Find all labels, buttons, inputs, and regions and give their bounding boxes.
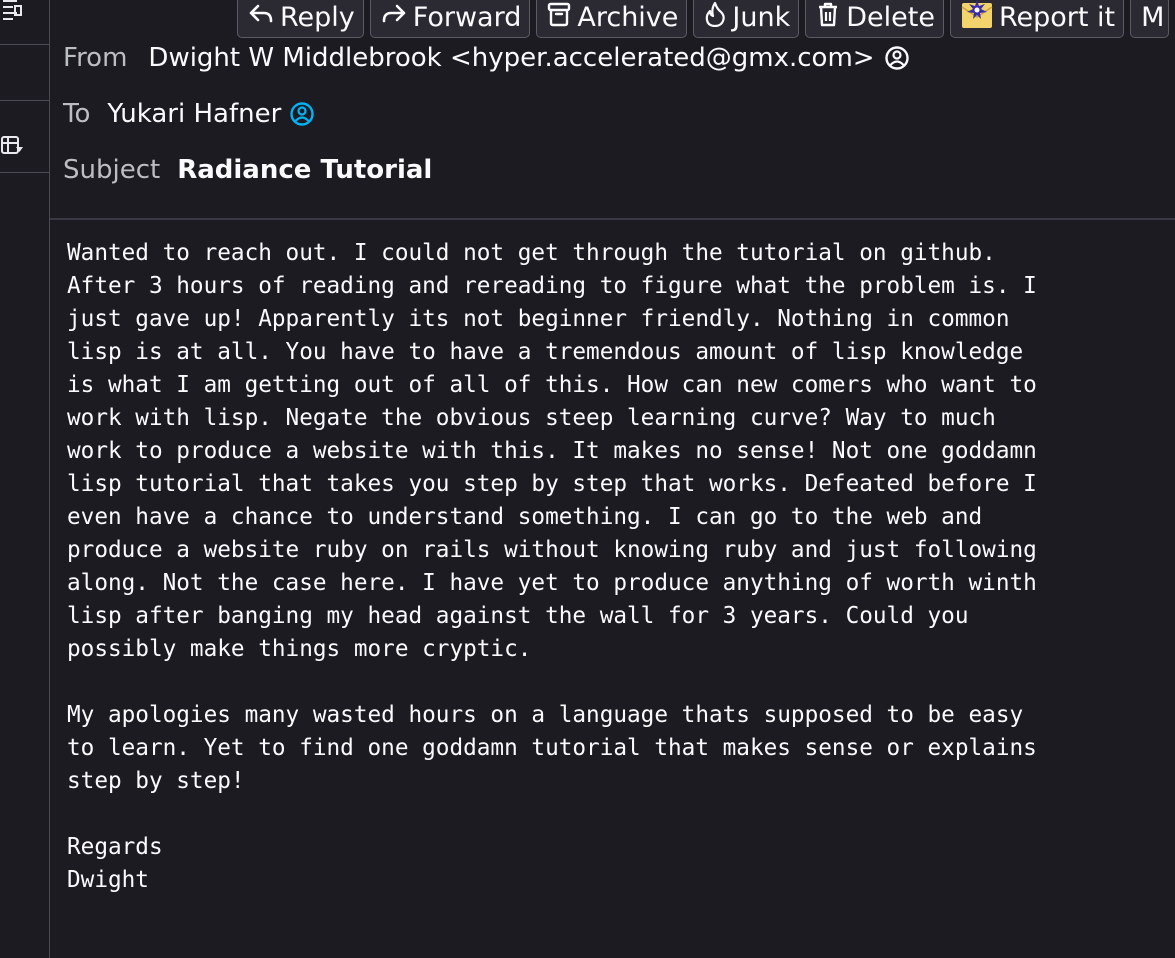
junk-label: Junk — [732, 1, 791, 33]
forward-icon — [381, 2, 407, 33]
junk-button[interactable]: Junk — [693, 0, 800, 38]
archive-icon — [547, 1, 571, 34]
more-button[interactable]: M — [1130, 0, 1170, 38]
message-toolbar: Reply Forward Archive Junk Delete Report… — [237, 0, 1170, 38]
archive-label: Archive — [577, 1, 679, 33]
sidebar-divider — [0, 100, 49, 101]
report-label: Report it — [998, 1, 1116, 33]
reply-button[interactable]: Reply — [237, 0, 364, 38]
report-button[interactable]: Report it — [949, 0, 1125, 38]
list-icon[interactable] — [0, 0, 24, 22]
to-row: To Yukari Hafner — [63, 99, 315, 129]
reply-label: Reply — [280, 1, 355, 33]
message-body: Wanted to reach out. I could not get thr… — [67, 240, 1037, 893]
header-divider — [50, 218, 1175, 220]
junk-flame-icon — [704, 1, 726, 34]
from-value[interactable]: Dwight W Middlebrook <hyper.accelerated@… — [148, 43, 874, 73]
subject-label: Subject — [63, 155, 161, 185]
to-label: To — [63, 99, 91, 129]
delete-label: Delete — [846, 1, 935, 33]
subject-row: Subject Radiance Tutorial — [63, 155, 432, 185]
reply-icon — [248, 2, 274, 33]
more-label: M — [1141, 1, 1165, 33]
contact-icon[interactable] — [289, 101, 315, 127]
delete-button[interactable]: Delete — [805, 0, 944, 38]
sidebar-divider — [0, 44, 49, 45]
report-icon — [961, 0, 993, 36]
trash-icon — [816, 1, 840, 34]
forward-button[interactable]: Forward — [369, 0, 531, 38]
from-row: From Dwight W Middlebrook <hyper.acceler… — [63, 43, 910, 73]
archive-button[interactable]: Archive — [536, 0, 688, 38]
left-sidebar — [0, 0, 50, 958]
forward-label: Forward — [412, 1, 522, 33]
sidebar-divider — [0, 172, 49, 173]
contact-icon[interactable] — [884, 45, 910, 71]
subject-value: Radiance Tutorial — [177, 155, 433, 185]
table-icon[interactable] — [0, 133, 24, 157]
to-value[interactable]: Yukari Hafner — [107, 99, 281, 129]
from-label: From — [63, 43, 128, 73]
